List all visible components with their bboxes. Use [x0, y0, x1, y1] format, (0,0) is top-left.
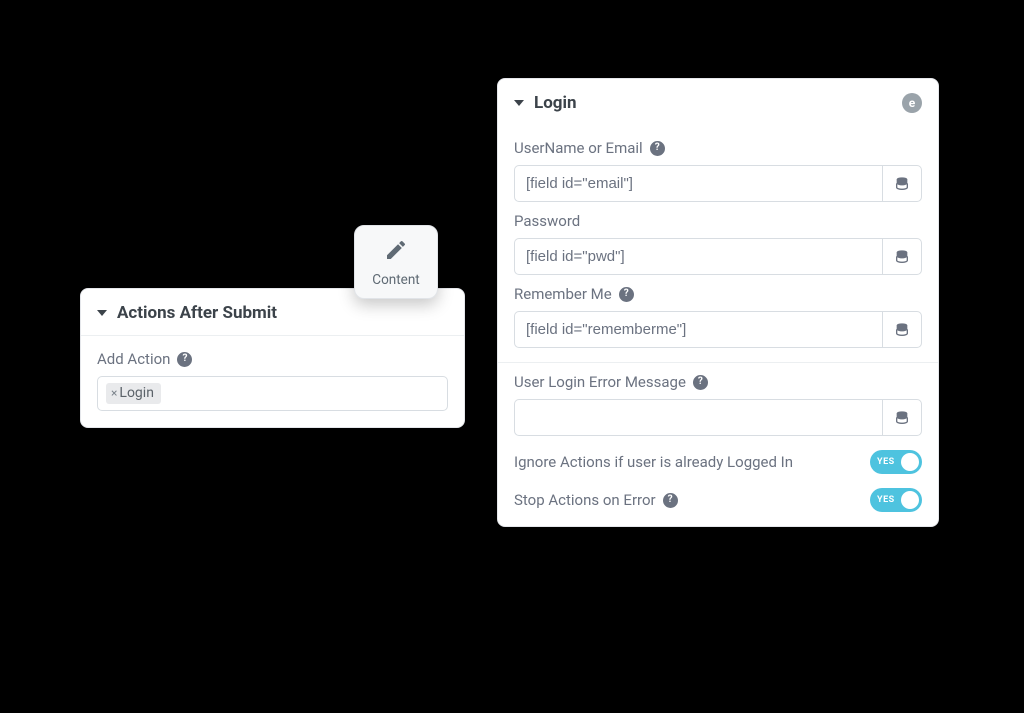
login-panel-body: UserName or Email ? Password: [498, 125, 938, 526]
actions-panel-title: Actions After Submit: [117, 303, 277, 323]
help-icon[interactable]: ?: [663, 493, 678, 508]
toggle-knob: [901, 491, 919, 509]
toggle-yes-text: YES: [877, 457, 895, 467]
error-message-field: User Login Error Message ?: [514, 373, 922, 436]
actions-after-submit-panel: Actions After Submit Add Action ? × Logi…: [80, 288, 465, 428]
password-input[interactable]: [514, 238, 882, 275]
brand-badge-icon: e: [902, 93, 922, 113]
help-icon[interactable]: ?: [650, 141, 665, 156]
password-label: Password: [514, 212, 580, 230]
error-message-input[interactable]: [514, 399, 882, 436]
help-icon[interactable]: ?: [177, 352, 192, 367]
pencil-icon: [384, 247, 408, 266]
add-action-input[interactable]: × Login: [97, 376, 448, 411]
content-tab-card[interactable]: Content: [354, 225, 438, 299]
username-input[interactable]: [514, 165, 882, 202]
rememberme-label: Remember Me: [514, 285, 612, 303]
rememberme-input[interactable]: [514, 311, 882, 348]
help-icon[interactable]: ?: [619, 287, 634, 302]
action-chip-login[interactable]: × Login: [106, 383, 161, 404]
dynamic-tag-button[interactable]: [882, 399, 922, 436]
ignore-loggedin-label: Ignore Actions if user is already Logged…: [514, 453, 793, 471]
stop-on-error-toggle[interactable]: YES: [870, 488, 922, 512]
help-icon[interactable]: ?: [693, 375, 708, 390]
login-panel-header[interactable]: Login e: [498, 79, 938, 125]
username-field: UserName or Email ?: [514, 139, 922, 202]
rememberme-field: Remember Me ?: [514, 285, 922, 348]
password-field: Password: [514, 212, 922, 275]
error-message-label: User Login Error Message: [514, 373, 686, 391]
ignore-loggedin-toggle[interactable]: YES: [870, 450, 922, 474]
ignore-loggedin-row: Ignore Actions if user is already Logged…: [514, 450, 922, 474]
caret-down-icon: [514, 100, 524, 106]
stop-on-error-row: Stop Actions on Error ? YES: [514, 488, 922, 512]
actions-panel-body: Add Action ? × Login: [81, 335, 464, 427]
content-tab-label: Content: [363, 272, 429, 288]
username-label: UserName or Email: [514, 139, 643, 157]
toggle-yes-text: YES: [877, 495, 895, 505]
caret-down-icon: [97, 310, 107, 316]
stop-on-error-label: Stop Actions on Error: [514, 491, 656, 509]
add-action-label: Add Action: [97, 350, 170, 368]
dynamic-tag-button[interactable]: [882, 311, 922, 348]
toggle-knob: [901, 453, 919, 471]
dynamic-tag-button[interactable]: [882, 165, 922, 202]
chip-label: Login: [119, 385, 154, 401]
login-panel: Login e UserName or Email ? Password: [497, 78, 939, 527]
chip-remove-icon[interactable]: ×: [111, 386, 117, 400]
login-panel-title: Login: [534, 93, 577, 113]
section-divider: [498, 362, 938, 363]
dynamic-tag-button[interactable]: [882, 238, 922, 275]
add-action-label-row: Add Action ?: [97, 350, 448, 368]
